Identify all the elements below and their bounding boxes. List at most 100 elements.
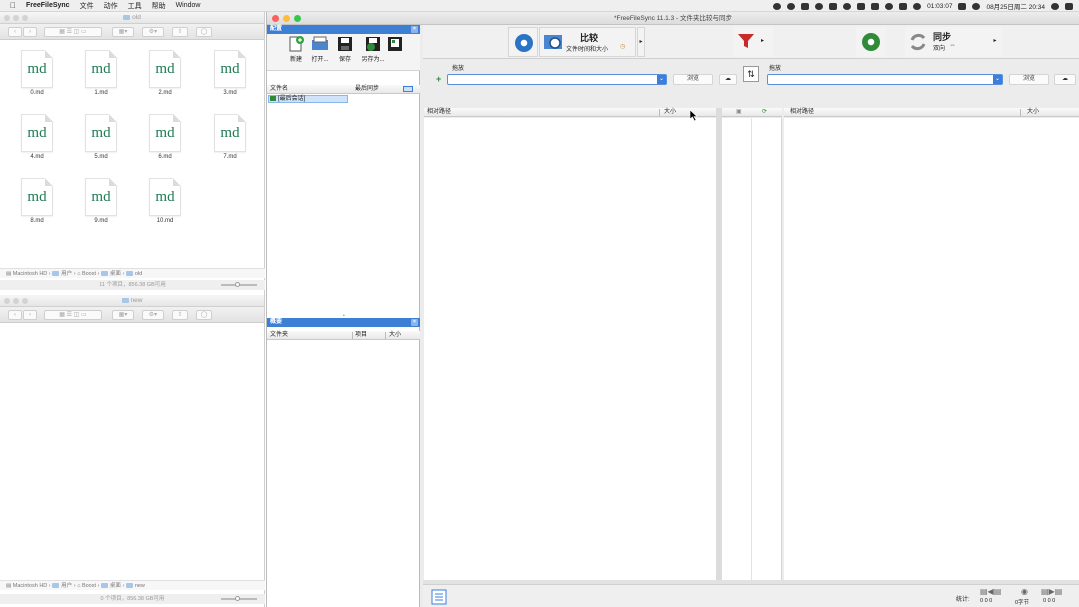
sync-action-column-icon[interactable]: ⟳ (762, 108, 767, 117)
synchronize-button[interactable]: 同步 双向 ⇔ (905, 27, 1002, 57)
path-segment[interactable]: 桌面 (110, 271, 121, 277)
view-mode-control[interactable]: ▦ ☰ ◫ ▭ (44, 310, 102, 320)
control-center-icon[interactable] (1065, 2, 1073, 10)
path-segment[interactable]: new (135, 583, 145, 589)
left-folder-input[interactable]: ⌄ (447, 74, 667, 85)
close-button[interactable] (4, 15, 10, 21)
col-last-sync[interactable]: 最后同步 (355, 85, 379, 94)
menu-tools[interactable]: 工具 (128, 1, 142, 11)
file-item[interactable]: md 1.md (76, 50, 126, 104)
back-button[interactable]: ‹ (8, 27, 22, 37)
back-button[interactable]: ‹ (8, 310, 22, 320)
chevron-down-icon[interactable]: ⌄ (657, 75, 666, 84)
action-gear-icon[interactable]: ⚙▾ (142, 310, 164, 320)
swap-sides-icon[interactable]: ⇅ (743, 66, 759, 82)
tray-icon[interactable] (885, 2, 894, 10)
file-item[interactable]: md 6.md (140, 114, 190, 168)
file-item[interactable]: md 9.md (76, 178, 126, 232)
action-gear-icon[interactable]: ⚙▾ (142, 27, 164, 37)
col-size[interactable]: 大小 (664, 108, 676, 117)
menu-help[interactable]: 帮助 (152, 1, 166, 11)
apple-icon[interactable]:  (10, 1, 16, 10)
save-config-button[interactable]: 保存 (334, 36, 356, 63)
compare-dropdown-arrow[interactable]: ▸ (637, 27, 645, 57)
zoom-button[interactable] (294, 15, 301, 22)
zoom-button[interactable] (22, 298, 28, 304)
menu-window[interactable]: Window (176, 2, 201, 9)
tray-icon[interactable] (801, 2, 810, 10)
minimize-button[interactable] (13, 15, 19, 21)
config-list-item[interactable]: [最后会话] (268, 95, 348, 103)
filter-button[interactable]: ▸ (733, 27, 773, 57)
file-item[interactable]: md 10.md (140, 178, 190, 232)
col-relative-path[interactable]: 相对路径 (790, 108, 814, 117)
compare-button[interactable]: 比较 文件时间和大小 ◷ (539, 27, 636, 57)
compare-settings-button[interactable] (508, 27, 538, 57)
log-list-icon[interactable] (431, 589, 447, 605)
col-folder[interactable]: 文件夹 (270, 331, 288, 340)
new-config-button[interactable]: 新建 (285, 36, 307, 63)
file-item[interactable]: md 0.md (12, 50, 62, 104)
search-icon[interactable] (1051, 2, 1059, 10)
middle-checkbox-grid[interactable] (722, 118, 752, 580)
file-item[interactable]: md 7.md (205, 114, 255, 168)
left-file-grid[interactable] (424, 118, 716, 580)
path-segment[interactable]: Macintosh HD (13, 583, 48, 589)
group-button[interactable]: ▦▾ (112, 27, 134, 37)
left-cloud-button[interactable]: ☁ (719, 74, 737, 85)
tag-icon[interactable]: ◯ (196, 27, 212, 37)
tag-icon[interactable]: ◯ (196, 310, 212, 320)
tray-icon[interactable] (773, 2, 782, 10)
right-file-grid[interactable] (784, 118, 1079, 580)
column-settings-icon[interactable] (403, 86, 413, 92)
close-button[interactable] (272, 15, 279, 22)
right-cloud-button[interactable]: ☁ (1054, 74, 1076, 85)
sync-settings-button[interactable] (856, 27, 886, 57)
path-segment[interactable]: Macintosh HD (13, 271, 48, 277)
col-size[interactable]: 大小 (1027, 108, 1039, 117)
zoom-button[interactable] (22, 15, 28, 21)
col-items[interactable]: 项目 (355, 331, 367, 340)
share-icon[interactable]: ⇧ (172, 310, 188, 320)
menubar-clock[interactable]: 01:03:07 (927, 3, 952, 10)
col-size[interactable]: 大小 (389, 331, 401, 340)
menubar-date[interactable]: 08月25日周二 20:34 (986, 1, 1045, 11)
path-segment[interactable]: 用户 (61, 271, 72, 277)
file-item[interactable]: md 5.md (76, 114, 126, 168)
minimize-button[interactable] (13, 298, 19, 304)
tray-icon[interactable] (857, 2, 866, 10)
view-mode-control[interactable]: ▦ ☰ ◫ ▭ (44, 27, 102, 37)
finder-titlebar[interactable]: new (0, 295, 264, 307)
menu-file[interactable]: 文件 (80, 1, 94, 11)
tray-icon[interactable] (787, 2, 796, 10)
close-icon[interactable]: × (411, 26, 418, 33)
tray-icon[interactable] (815, 2, 824, 10)
middle-action-grid[interactable] (752, 118, 782, 580)
minimize-button[interactable] (283, 15, 290, 22)
file-item[interactable]: md 3.md (205, 50, 255, 104)
file-item[interactable]: md 8.md (12, 178, 62, 232)
menu-action[interactable]: 动作 (104, 1, 118, 11)
icon-size-slider[interactable] (221, 282, 257, 287)
tray-icon[interactable] (913, 2, 922, 10)
forward-button[interactable]: › (23, 310, 37, 320)
close-button[interactable] (4, 298, 10, 304)
add-folder-pair-icon[interactable]: + (436, 74, 441, 84)
battery-icon[interactable] (958, 2, 967, 10)
open-config-button[interactable]: 打开... (309, 36, 331, 63)
save-batch-button[interactable] (384, 36, 406, 54)
chevron-down-icon[interactable]: ⌄ (993, 75, 1002, 84)
wifi-icon[interactable] (972, 2, 981, 10)
col-filename[interactable]: 文件名 (270, 85, 288, 94)
col-relative-path[interactable]: 相对路径 (427, 108, 451, 117)
tray-icon[interactable] (829, 2, 838, 10)
path-segment[interactable]: Boost (82, 271, 96, 277)
file-item[interactable]: md 4.md (12, 114, 62, 168)
tray-icon[interactable] (899, 2, 908, 10)
forward-button[interactable]: › (23, 27, 37, 37)
checkbox-column-icon[interactable]: ▣ (736, 108, 742, 117)
right-browse-button[interactable]: 浏览 (1009, 74, 1049, 85)
left-browse-button[interactable]: 浏览 (673, 74, 713, 85)
close-icon[interactable]: × (411, 319, 418, 326)
save-as-config-button[interactable]: 另存为... (359, 36, 387, 63)
